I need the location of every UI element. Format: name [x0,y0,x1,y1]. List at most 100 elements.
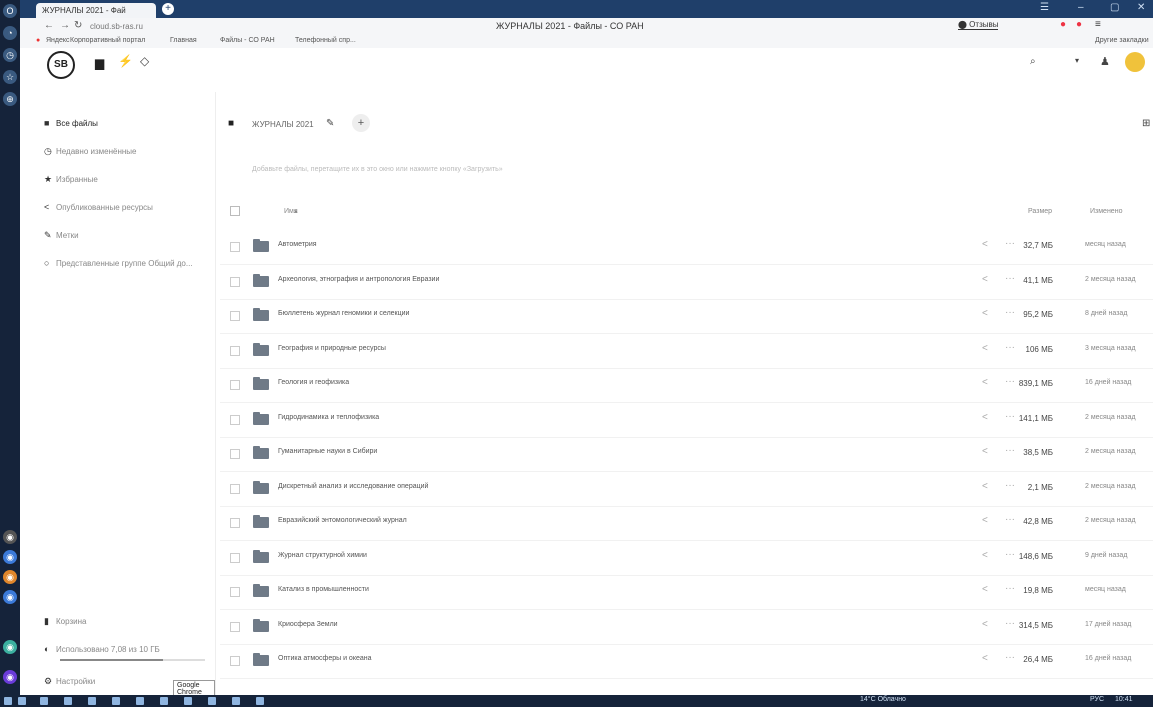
task-view-icon[interactable] [40,697,48,705]
bookmark-item[interactable]: Телефонный спр... [295,37,356,44]
reload-icon[interactable]: ↻ [74,20,82,31]
sidebar-item-trash[interactable]: ▮ Корзина [44,610,86,632]
more-actions-icon[interactable]: ··· [1005,376,1015,387]
opera-logo-icon[interactable]: O [3,4,17,18]
app-icon[interactable] [136,697,144,705]
grid-view-icon[interactable]: ⊞ [1142,118,1150,129]
row-checkbox[interactable] [230,552,240,563]
search-icon[interactable] [18,697,26,705]
app-icon[interactable]: ◉ [3,570,17,584]
file-name[interactable]: Геология и геофизика [278,379,349,386]
row-checkbox[interactable] [230,242,240,252]
row-checkbox[interactable] [230,656,240,666]
row-checkbox[interactable] [230,414,240,425]
share-icon[interactable]: < [982,239,988,250]
app-icon[interactable] [88,697,96,705]
start-icon[interactable] [4,697,12,705]
sidebar-item-favorites[interactable]: ★ Избранные [44,168,98,190]
table-row[interactable]: Катализ в промышленности < ··· 19,8 МБ месяц… [220,575,1153,610]
share-link[interactable]: ⬤ Отзывы [958,20,999,30]
row-checkbox[interactable] [230,380,240,390]
gallery-icon[interactable]: ◇ [140,54,149,68]
app-icon[interactable]: ◉ [3,530,17,544]
url-field[interactable]: cloud.sb-ras.ru [90,21,200,33]
row-checkbox[interactable] [230,449,240,459]
language-indicator[interactable]: РУС [1090,696,1104,703]
file-name[interactable]: Оптика атмосферы и океана [278,655,372,662]
extension-icon[interactable]: ● [1060,19,1066,30]
sidebar-item-all-files[interactable]: ■ Все файлы [44,112,98,134]
bookmarks-icon[interactable]: ☆ [3,70,17,84]
activity-icon[interactable]: ⚡ [118,54,133,68]
table-row[interactable]: Автометрия < ··· 32,7 МБ месяц назад [220,230,1153,265]
other-bookmarks[interactable]: Другие закладки [1095,37,1149,44]
profile-icon[interactable]: ◔ [3,26,17,40]
more-actions-icon[interactable]: ··· [1005,618,1015,629]
more-actions-icon[interactable]: ··· [1005,273,1015,284]
table-row[interactable]: Гидродинамика и теплофизика < ··· 141,1 МБ 2… [220,403,1153,438]
share-icon[interactable]: < [982,584,988,595]
table-row[interactable]: Дискретный анализ и исследование операци… [220,472,1153,507]
minimize-icon[interactable]: – [1078,2,1084,13]
share-icon[interactable]: < [982,308,988,319]
table-row[interactable]: Евразийский энтомологический журнал < ··· 4… [220,506,1153,541]
share-icon[interactable]: < [982,412,988,423]
sidebar-item-recent[interactable]: ◷ Недавно изменённые [44,140,137,162]
share-icon[interactable]: < [982,550,988,561]
file-name[interactable]: Археология, этнография и антропология Ев… [278,276,439,283]
more-actions-icon[interactable]: ··· [1005,445,1015,456]
share-icon[interactable]: < [982,446,988,457]
file-name[interactable]: Автометрия [278,241,317,248]
row-checkbox[interactable] [230,345,240,356]
sidebar-item-group-folder[interactable]: ○ Представленные группе Общий до... [44,252,193,274]
more-actions-icon[interactable]: ··· [1005,411,1015,422]
bookmark-item[interactable]: Главная [170,37,197,44]
share-icon[interactable]: < [982,274,988,285]
row-checkbox[interactable] [230,621,240,632]
more-actions-icon[interactable]: ··· [1005,238,1015,249]
notifications-icon[interactable]: ▾ [1075,56,1079,65]
share-icon[interactable]: < [982,653,988,664]
more-actions-icon[interactable]: ··· [1005,583,1015,594]
extensions-icon[interactable]: ⊕ [3,92,17,106]
more-actions-icon[interactable]: ··· [1005,514,1015,525]
file-name[interactable]: Журнал структурной химии [278,552,367,559]
app-icon[interactable] [64,697,72,705]
app-icon[interactable] [184,697,192,705]
bookmark-item[interactable]: Корпоративный портал [70,37,145,44]
share-icon[interactable]: < [982,481,988,492]
file-name[interactable]: Катализ в промышленности [278,586,369,593]
sidebar-item-shares[interactable]: < Опубликованные ресурсы [44,196,153,218]
column-size[interactable]: Размер [1028,208,1052,215]
table-row[interactable]: Криосфера Земли < ··· 314,5 МБ 17 дней назад [220,610,1153,645]
file-name[interactable]: Гуманитарные науки в Сибири [278,448,377,455]
browser-tab[interactable]: ЖУРНАЛЫ 2021 - Фай [36,3,156,18]
easy-setup-icon[interactable]: ≡ [1095,19,1101,30]
share-icon[interactable]: < [982,515,988,526]
row-checkbox[interactable] [230,483,240,494]
file-name[interactable]: Криосфера Земли [278,621,338,628]
app-icon[interactable] [208,697,216,705]
maximize-icon[interactable]: ▢ [1110,2,1119,13]
file-name[interactable]: Евразийский энтомологический журнал [278,517,407,524]
sidebar-item-tags[interactable]: ✎ Метки [44,224,79,246]
row-checkbox[interactable] [230,276,240,287]
app-icon[interactable] [256,697,264,705]
window-menu-icon[interactable]: ☰ [1040,2,1049,13]
back-icon[interactable]: ← [44,20,54,31]
bookmark-item[interactable]: Яндекс [46,37,70,44]
sidebar-item-settings[interactable]: ⚙ Настройки [44,670,95,692]
file-name[interactable]: География и природные ресурсы [278,345,386,352]
table-row[interactable]: Геология и геофизика < ··· 839,1 МБ 16 дней … [220,368,1153,403]
history-icon[interactable]: ◷ [3,48,17,62]
table-row[interactable]: Оптика атмосферы и океана < ··· 26,4 МБ 16 д… [220,644,1153,679]
more-actions-icon[interactable]: ··· [1005,480,1015,491]
avatar[interactable] [1125,52,1145,72]
app-icon[interactable]: ◉ [3,670,17,684]
files-app-icon[interactable]: ▆ [95,56,104,70]
table-row[interactable]: Археология, этнография и антропология Ев… [220,265,1153,300]
extension-icon[interactable]: ● [1076,19,1082,30]
file-name[interactable]: Бюллетень журнал геномики и селекции [278,310,409,317]
close-icon[interactable]: ✕ [1137,2,1145,13]
breadcrumb[interactable]: ЖУРНАЛЫ 2021 [252,120,314,129]
